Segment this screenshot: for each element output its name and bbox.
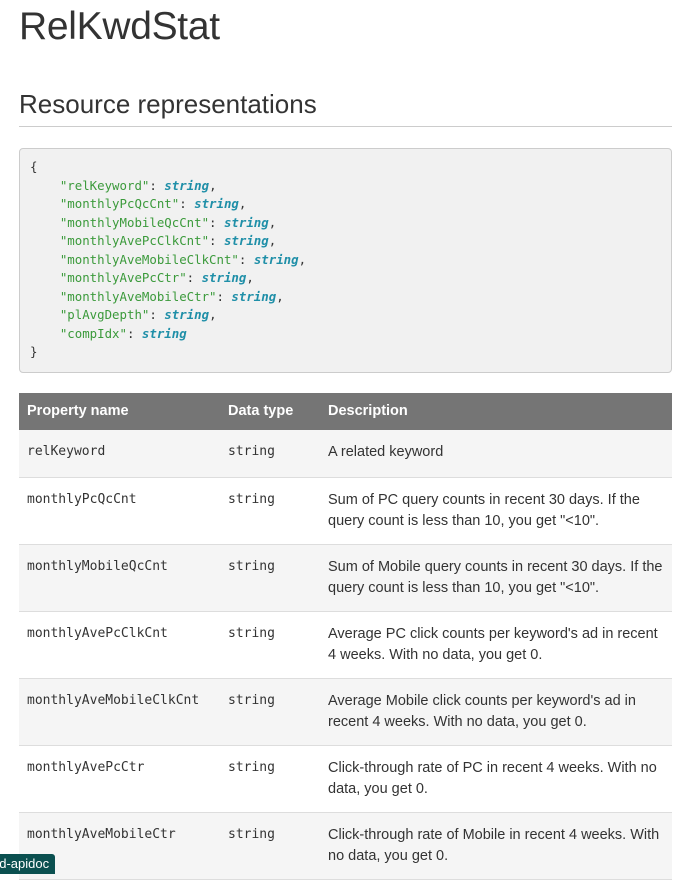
- badge-label: ad-apidoc: [0, 854, 49, 874]
- code-type: string: [142, 326, 187, 341]
- code-close-brace: }: [30, 344, 37, 359]
- code-type: string: [224, 233, 269, 248]
- cell-data-type: string: [220, 813, 320, 880]
- table-body: relKeywordstringA related keywordmonthly…: [19, 430, 672, 880]
- code-key: "monthlyAveMobileCtr": [60, 289, 217, 304]
- cell-description: Average PC click counts per keyword's ad…: [320, 612, 672, 679]
- code-type: string: [231, 289, 276, 304]
- code-type: string: [164, 178, 209, 193]
- cell-data-type: string: [220, 612, 320, 679]
- code-line: "monthlyAvePcClkCnt": string,: [30, 233, 276, 248]
- code-fields: "relKeyword": string, "monthlyPcQcCnt": …: [30, 178, 306, 341]
- table-row: monthlyMobileQcCntstringSum of Mobile qu…: [19, 545, 672, 612]
- table-header-row: Property name Data type Description: [19, 393, 672, 430]
- code-key: "monthlyMobileQcCnt": [60, 215, 209, 230]
- code-line: "plAvgDepth": string,: [30, 307, 217, 322]
- section-title: Resource representations: [19, 88, 672, 127]
- table-row: monthlyAveMobileClkCntstringAverage Mobi…: [19, 679, 672, 746]
- code-key: "monthlyAvePcCtr": [60, 270, 187, 285]
- code-line: "monthlyAvePcCtr": string,: [30, 270, 254, 285]
- cell-data-type: string: [220, 430, 320, 478]
- code-key: "compIdx": [60, 326, 127, 341]
- header-description: Description: [320, 393, 672, 430]
- table-row: relKeywordstringA related keyword: [19, 430, 672, 478]
- properties-table: Property name Data type Description relK…: [19, 393, 672, 880]
- cell-property-name: monthlyAvePcCtr: [19, 746, 220, 813]
- code-line: "monthlyAveMobileCtr": string,: [30, 289, 284, 304]
- code-type: string: [194, 196, 239, 211]
- code-key: "monthlyPcQcCnt": [60, 196, 179, 211]
- cell-description: Average Mobile click counts per keyword'…: [320, 679, 672, 746]
- cell-property-name: monthlyPcQcCnt: [19, 478, 220, 545]
- table-row: monthlyAvePcCtrstringClick-through rate …: [19, 746, 672, 813]
- cell-property-name: monthlyMobileQcCnt: [19, 545, 220, 612]
- table-row: monthlyPcQcCntstringSum of PC query coun…: [19, 478, 672, 545]
- cell-description: A related keyword: [320, 430, 672, 478]
- header-property-name: Property name: [19, 393, 220, 430]
- code-type: string: [254, 252, 299, 267]
- cell-description: Click-through rate of Mobile in recent 4…: [320, 813, 672, 880]
- code-line: "monthlyMobileQcCnt": string,: [30, 215, 276, 230]
- doc-page: RelKwdStat Resource representations { "r…: [0, 0, 693, 880]
- code-key: "relKeyword": [60, 178, 150, 193]
- header-data-type: Data type: [220, 393, 320, 430]
- cell-property-name: monthlyAveMobileClkCnt: [19, 679, 220, 746]
- cell-description: Sum of PC query counts in recent 30 days…: [320, 478, 672, 545]
- code-key: "plAvgDepth": [60, 307, 150, 322]
- code-line: "relKeyword": string,: [30, 178, 217, 193]
- cell-data-type: string: [220, 478, 320, 545]
- code-line: "monthlyPcQcCnt": string,: [30, 196, 246, 211]
- cell-property-name: relKeyword: [19, 430, 220, 478]
- cell-data-type: string: [220, 679, 320, 746]
- code-open-brace: {: [30, 159, 37, 174]
- apidoc-badge[interactable]: ad-apidoc: [0, 854, 55, 874]
- code-line: "monthlyAveMobileClkCnt": string,: [30, 252, 306, 267]
- table-row: monthlyAveMobileCtrstringClick-through r…: [19, 813, 672, 880]
- json-code-block: { "relKeyword": string, "monthlyPcQcCnt"…: [19, 148, 672, 373]
- code-type: string: [164, 307, 209, 322]
- code-line: "compIdx": string: [30, 326, 187, 341]
- code-type: string: [202, 270, 247, 285]
- code-type: string: [224, 215, 269, 230]
- cell-data-type: string: [220, 545, 320, 612]
- cell-description: Sum of Mobile query counts in recent 30 …: [320, 545, 672, 612]
- cell-description: Click-through rate of PC in recent 4 wee…: [320, 746, 672, 813]
- code-key: "monthlyAvePcClkCnt": [60, 233, 209, 248]
- table-row: monthlyAvePcClkCntstringAverage PC click…: [19, 612, 672, 679]
- code-key: "monthlyAveMobileClkCnt": [60, 252, 239, 267]
- page-title: RelKwdStat: [19, 0, 672, 50]
- cell-data-type: string: [220, 746, 320, 813]
- cell-property-name: monthlyAvePcClkCnt: [19, 612, 220, 679]
